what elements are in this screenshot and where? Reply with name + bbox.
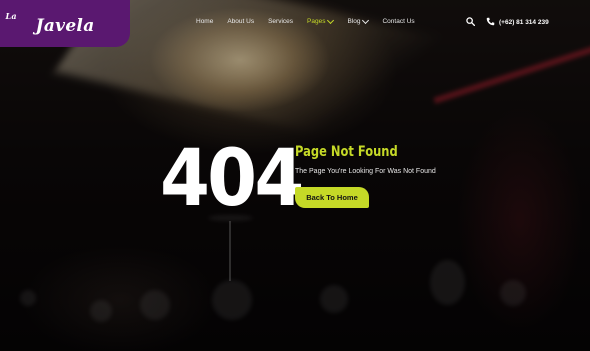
nav-contact-label: Contact Us (382, 18, 415, 25)
main-nav: Home About Us Services Pages Blog Contac… (196, 16, 415, 25)
logo-main-text: Javela (35, 16, 95, 36)
chevron-down-icon (362, 16, 370, 25)
nav-blog-label: Blog (347, 18, 361, 25)
nav-about-label: About Us (227, 18, 255, 25)
phone-number[interactable]: (+62) 81 314 239 (499, 19, 549, 26)
nav-blog[interactable]: Blog (347, 16, 370, 25)
nav-home-label: Home (196, 18, 214, 25)
nav-home[interactable]: Home (196, 18, 213, 25)
error-subtitle: The Page You're Looking For Was Not Foun… (295, 168, 436, 175)
error-code: 404 (160, 134, 304, 224)
nav-contact-us[interactable]: Contact Us (382, 18, 414, 25)
page-title: Page Not Found (295, 144, 398, 160)
phone-icon (486, 17, 495, 26)
search-icon[interactable] (466, 17, 475, 26)
nav-pages[interactable]: Pages (307, 16, 335, 25)
chevron-down-icon (327, 16, 335, 25)
back-to-home-button[interactable]: Back To Home (295, 187, 369, 208)
logo-text: La Javela (5, 12, 95, 36)
nav-about-us[interactable]: About Us (227, 18, 254, 25)
nav-services-label: Services (268, 18, 294, 25)
nav-pages-label: Pages (307, 18, 326, 25)
logo[interactable]: La Javela (0, 0, 130, 47)
nav-services[interactable]: Services (268, 18, 293, 25)
